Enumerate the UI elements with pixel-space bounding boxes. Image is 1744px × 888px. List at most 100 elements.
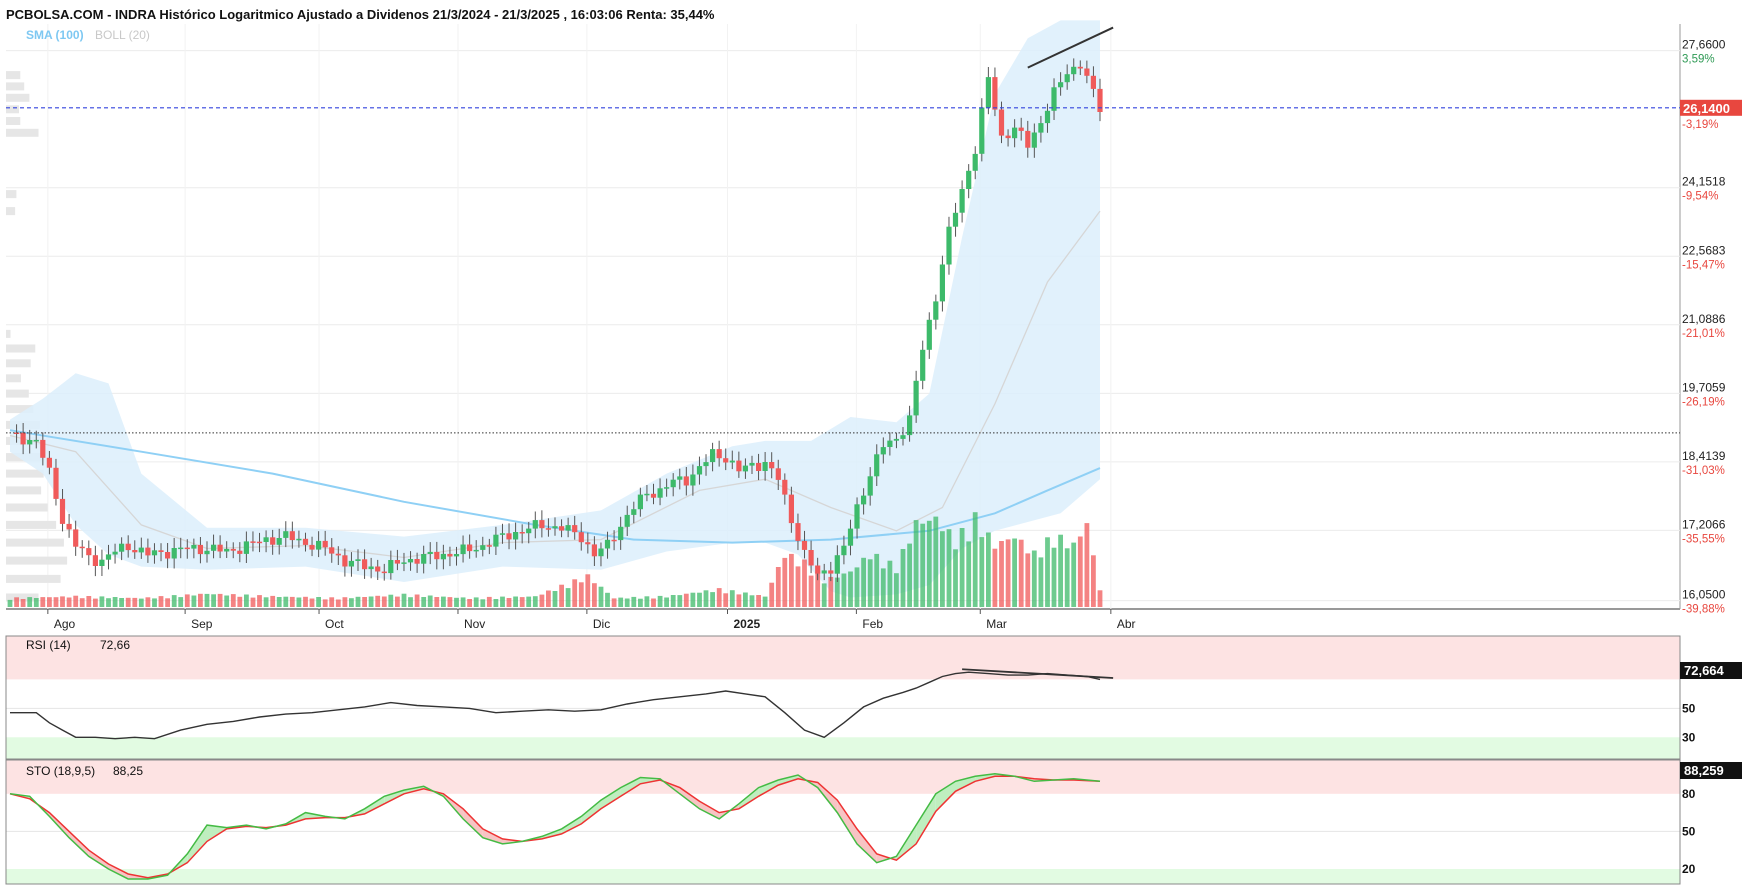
volume-profile-bar bbox=[6, 190, 17, 199]
volume-bar bbox=[664, 597, 669, 607]
candle-body bbox=[230, 548, 236, 551]
candle-body bbox=[145, 547, 151, 556]
volume-bar bbox=[959, 528, 965, 607]
candle-body bbox=[664, 487, 670, 489]
volume-profile-bar bbox=[6, 105, 19, 114]
y-tick-percent: -31,03% bbox=[1682, 465, 1725, 477]
volume-bar bbox=[329, 597, 335, 607]
volume-bar bbox=[342, 597, 348, 607]
volume-bar bbox=[93, 598, 98, 607]
volume-bar bbox=[322, 599, 328, 607]
overbought-zone bbox=[6, 636, 1680, 680]
volume-bar bbox=[670, 595, 676, 607]
volume-profile-bar bbox=[6, 556, 68, 565]
candle-body bbox=[237, 550, 243, 554]
candle-body bbox=[729, 460, 735, 463]
volume-profile-bar bbox=[6, 117, 21, 125]
candle-body bbox=[966, 170, 972, 189]
candle-body bbox=[946, 226, 952, 265]
volume-bar bbox=[178, 597, 184, 607]
candle-body bbox=[217, 544, 223, 552]
candle-body bbox=[1097, 88, 1103, 112]
volume-bar bbox=[224, 595, 230, 607]
candle-body bbox=[302, 538, 309, 545]
candle-body bbox=[480, 545, 486, 550]
volume-bar bbox=[638, 598, 643, 607]
candle-body bbox=[900, 435, 906, 439]
candle-body bbox=[690, 474, 696, 486]
volume-bar bbox=[1097, 590, 1103, 607]
candle-body bbox=[782, 479, 788, 495]
volume-bar bbox=[303, 596, 308, 607]
volume-bar bbox=[743, 592, 748, 607]
volume-bar bbox=[966, 541, 972, 607]
candle-body bbox=[342, 555, 348, 567]
candle-body bbox=[795, 523, 801, 541]
candle-body bbox=[585, 542, 591, 545]
volume-profile-bar bbox=[6, 344, 36, 353]
volume-bar bbox=[230, 594, 236, 607]
candle-body bbox=[381, 571, 387, 574]
candle-body bbox=[959, 189, 965, 213]
volume-bar bbox=[703, 590, 709, 607]
candle-body bbox=[486, 545, 492, 547]
volume-bar bbox=[125, 597, 131, 607]
candle-body bbox=[670, 479, 676, 488]
volume-bar bbox=[79, 598, 85, 607]
indicator-y-tick: 20 bbox=[1682, 862, 1696, 876]
sto-fill bbox=[463, 808, 483, 838]
candle-body bbox=[907, 415, 913, 436]
candle-body bbox=[854, 504, 860, 529]
volume-bar bbox=[421, 597, 427, 607]
candle-body bbox=[565, 525, 571, 531]
candle-body bbox=[211, 544, 217, 551]
volume-bar bbox=[204, 593, 210, 607]
candle-body bbox=[545, 528, 551, 530]
volume-bar bbox=[828, 576, 834, 607]
candle-body bbox=[1025, 130, 1031, 148]
volume-bar bbox=[769, 582, 775, 607]
volume-bar bbox=[198, 593, 203, 607]
candle-body bbox=[362, 559, 368, 570]
rsi-zones bbox=[5, 635, 1681, 760]
candle-body bbox=[644, 493, 650, 496]
volume-bar bbox=[1091, 555, 1096, 607]
candle-body bbox=[66, 523, 72, 530]
candle-body bbox=[808, 550, 814, 566]
volume-bar bbox=[316, 597, 321, 607]
candle-body bbox=[874, 454, 880, 477]
candle-body bbox=[499, 533, 506, 535]
volume-bar bbox=[14, 597, 19, 607]
volume-profile-bar bbox=[6, 574, 61, 583]
candle-body bbox=[519, 532, 525, 534]
volume-bar bbox=[473, 597, 479, 607]
volume-bar bbox=[427, 595, 433, 607]
sto-label: STO (18,9,5) bbox=[26, 764, 95, 778]
candle-body bbox=[329, 547, 335, 554]
volume-bar bbox=[690, 592, 696, 607]
volume-bar bbox=[874, 553, 880, 607]
volume-bar bbox=[651, 598, 656, 607]
candle-body bbox=[256, 541, 263, 544]
y-tick-label: 24,1518 bbox=[1682, 175, 1726, 189]
volume-bar bbox=[375, 595, 381, 607]
candle-body bbox=[834, 555, 840, 574]
x-tick-label: 2025 bbox=[733, 617, 760, 631]
volume-bar bbox=[401, 593, 407, 607]
candle-body bbox=[421, 554, 427, 564]
x-axis-labels: Ago Sep Oct Nov Dic 2025 Feb Mar Abr bbox=[47, 609, 1136, 631]
candle-body bbox=[1077, 66, 1083, 69]
volume-bar bbox=[395, 596, 400, 607]
candle-body bbox=[985, 77, 991, 108]
volume-bar bbox=[27, 597, 33, 607]
volume-bar bbox=[309, 598, 315, 607]
volume-bar bbox=[677, 595, 683, 607]
candle-body bbox=[736, 460, 742, 472]
x-tick-label: Dic bbox=[593, 617, 610, 631]
volume-bar bbox=[257, 595, 262, 607]
volume-bar bbox=[270, 595, 276, 607]
candle-body bbox=[322, 540, 328, 548]
sto-fill bbox=[837, 800, 857, 844]
volume-bar bbox=[795, 566, 801, 607]
volume-bar bbox=[152, 598, 157, 607]
